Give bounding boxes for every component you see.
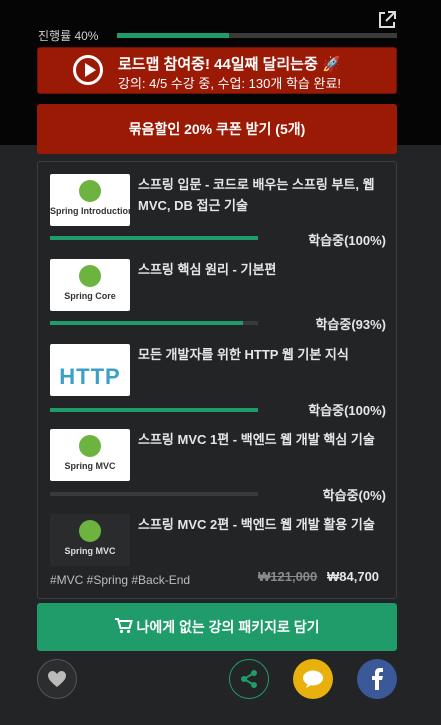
course-status: 학습중(100%) — [308, 403, 386, 418]
tags: #MVC #Spring #Back-End — [50, 573, 191, 587]
course-progress-bar — [50, 321, 258, 325]
cart-button-label: 나에게 없는 강의 패키지로 담기 — [136, 618, 320, 635]
course-progress-bar — [50, 408, 258, 412]
course-progress-fill — [50, 321, 244, 325]
course-title[interactable]: 스프링 MVC 2편 - 백엔드 웹 개발 활용 기술 — [138, 514, 386, 535]
coupon-button[interactable]: 묶음할인 20% 쿠폰 받기 (5개) — [37, 104, 397, 154]
course-status: 학습중(100%) — [308, 233, 386, 248]
thumbnail-text: HTTP — [59, 364, 121, 389]
course-progress-bar — [50, 492, 258, 496]
thumbnail-text: Spring MVC — [64, 546, 116, 556]
course-item[interactable]: HTTP 모든 개발자를 위한 HTTP 웹 기본 지식 학습중(100%) — [50, 344, 386, 424]
spring-leaf-icon — [79, 520, 101, 542]
spring-leaf-icon — [79, 265, 101, 287]
original-price: ₩121,000 — [258, 569, 318, 584]
course-item[interactable]: Spring MVC 스프링 MVC 2편 - 백엔드 웹 개발 활용 기술 — [50, 514, 386, 570]
roadmap-subtitle: 강의: 4/5 수강 중, 수업: 130개 학습 완료! — [118, 76, 342, 91]
share-button[interactable] — [229, 659, 269, 699]
progress-label: 진행률 40% — [38, 29, 99, 43]
course-thumbnail[interactable]: Spring Core — [50, 259, 130, 311]
course-title[interactable]: 스프링 핵심 원리 - 기본편 — [138, 259, 386, 280]
roadmap-banner[interactable]: 로드맵 참여중! 44일째 달리는중 🚀 강의: 4/5 수강 중, 수업: 1… — [37, 47, 397, 94]
course-status: 학습중(93%) — [315, 317, 386, 332]
cart-icon — [114, 618, 133, 637]
thumbnail-text: Spring Introduction — [50, 206, 130, 216]
spring-leaf-icon — [79, 435, 101, 457]
course-progress-bar — [50, 236, 258, 240]
course-title[interactable]: 모든 개발자를 위한 HTTP 웹 기본 지식 — [138, 344, 386, 365]
course-thumbnail[interactable]: Spring MVC — [50, 429, 130, 481]
facebook-share-button[interactable] — [357, 659, 397, 699]
share-icon — [241, 670, 257, 688]
course-title[interactable]: 스프링 입문 - 코드로 배우는 스프링 부트, 웹 MVC, DB 접근 기술 — [138, 174, 386, 216]
course-status: 학습중(0%) — [322, 488, 386, 503]
course-item[interactable]: Spring MVC 스프링 MVC 1편 - 백엔드 웹 개발 핵심 기술 학… — [50, 429, 386, 509]
overall-progress-bar — [117, 33, 397, 38]
discounted-price: ₩84,700 — [327, 569, 380, 584]
kakao-share-button[interactable] — [293, 659, 333, 699]
add-package-to-cart-button[interactable]: 나에게 없는 강의 패키지로 담기 — [37, 603, 397, 651]
spring-leaf-icon — [79, 180, 101, 202]
like-button[interactable] — [37, 659, 77, 699]
course-item[interactable]: Spring Core 스프링 핵심 원리 - 기본편 학습중(93%) — [50, 259, 386, 339]
external-link-icon[interactable] — [376, 9, 398, 31]
overall-progress-fill — [117, 33, 229, 38]
course-progress-fill — [50, 236, 258, 240]
roadmap-title: 로드맵 참여중! 44일째 달리는중 🚀 — [118, 56, 341, 73]
thumbnail-text: Spring MVC — [64, 461, 116, 471]
course-thumbnail[interactable]: Spring MVC — [50, 514, 130, 566]
course-title[interactable]: 스프링 MVC 1편 - 백엔드 웹 개발 핵심 기술 — [138, 429, 386, 450]
course-progress-fill — [50, 408, 258, 412]
course-thumbnail[interactable]: HTTP — [50, 344, 130, 396]
speech-bubble-icon — [303, 670, 323, 688]
thumbnail-text: Spring Core — [64, 291, 116, 301]
play-icon — [73, 55, 103, 85]
course-thumbnail[interactable]: Spring Introduction — [50, 174, 130, 226]
heart-icon — [48, 671, 66, 687]
facebook-icon — [372, 668, 383, 690]
course-list: Spring Introduction 스프링 입문 - 코드로 배우는 스프링… — [37, 161, 397, 599]
course-item[interactable]: Spring Introduction 스프링 입문 - 코드로 배우는 스프링… — [50, 174, 386, 254]
